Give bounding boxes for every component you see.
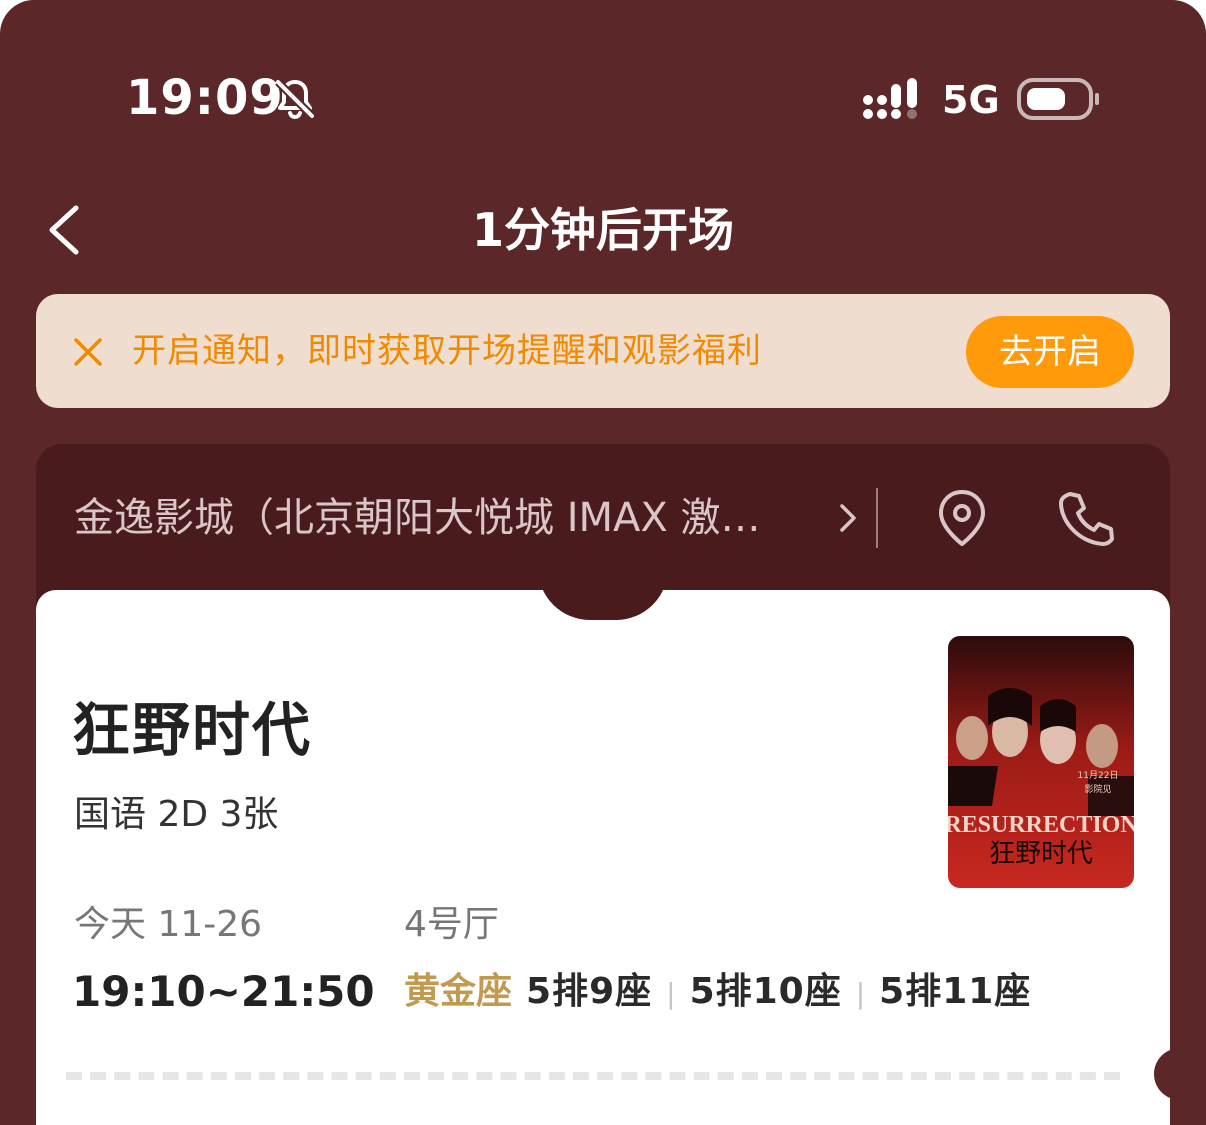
ticket-divider: [66, 1072, 1120, 1080]
chevron-right-icon[interactable]: [836, 500, 860, 536]
cinema-name[interactable]: 金逸影城（北京朝阳大悦城 IMAX 激…: [74, 490, 761, 546]
movie-poster[interactable]: RESURRECTION 狂野时代 11月22日 影院见: [948, 636, 1134, 888]
poster-release: 影院见: [1084, 783, 1111, 795]
status-time: 19:09: [126, 70, 284, 126]
seat-separator: |: [855, 977, 866, 1010]
seat-item: 5排11座: [879, 971, 1032, 1012]
screen: 19:09 5G 1分钟后开场 开启通知，即时获取开场提醒和观影福利 去开启 金…: [0, 0, 1206, 1125]
battery-icon: [1017, 78, 1099, 120]
show-time: 19:10~21:50: [72, 967, 375, 1016]
ticket-side-notch: [1154, 1048, 1206, 1100]
poster-title-en: RESURRECTION: [948, 812, 1134, 838]
seat-item: 5排9座: [526, 971, 653, 1012]
hall-name: 4号厅: [404, 904, 499, 945]
seat-list: 黄金座 5排9座 | 5排10座 | 5排11座: [404, 966, 1031, 1020]
banner-text: 开启通知，即时获取开场提醒和观影福利: [132, 331, 762, 371]
signal-icon: [863, 78, 917, 119]
poster-date: 11月22日: [1078, 770, 1119, 781]
seat-type: 黄金座: [404, 971, 513, 1012]
close-icon[interactable]: [70, 334, 106, 370]
network-label: 5G: [942, 78, 1000, 122]
divider: [876, 488, 878, 548]
ticket-side-notch: [0, 1048, 26, 1100]
location-pin-icon[interactable]: [934, 488, 990, 548]
poster-title-cn: 狂野时代: [989, 839, 1093, 869]
bell-slash-icon: [275, 79, 315, 120]
seat-separator: |: [666, 977, 676, 1010]
movie-title: 狂野时代: [72, 696, 313, 764]
notification-banner: 开启通知，即时获取开场提醒和观影福利 去开启: [36, 294, 1170, 408]
seat-item: 5排10座: [689, 971, 842, 1012]
page-title: 1分钟后开场: [471, 203, 734, 257]
enable-notification-button[interactable]: 去开启: [966, 316, 1134, 388]
phone-icon[interactable]: [1058, 488, 1114, 548]
movie-meta: 国语 2D 3张: [74, 794, 279, 835]
show-date: 今天 11-26: [74, 904, 263, 945]
